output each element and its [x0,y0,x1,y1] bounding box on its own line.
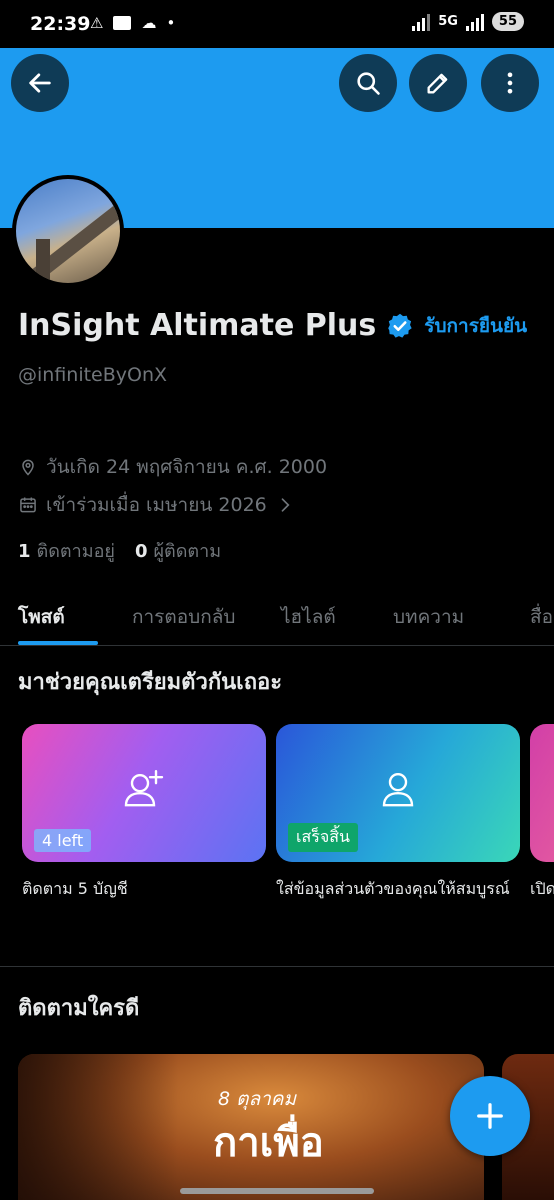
network-label: 5G [438,14,458,29]
following-label: ติดตามอยู่ [36,541,115,562]
birthday-text: วันเกิด 24 พฤศจิกายน ค.ศ. 2000 [46,456,328,478]
tab-highlights[interactable]: ไฮไลต์ [281,602,336,632]
setup-card-caption: ติดตาม 5 บัญชี [22,879,128,898]
more-button[interactable] [481,54,539,112]
user-icon [382,772,414,807]
home-indicator[interactable] [180,1188,374,1194]
calendar-icon [20,497,36,513]
section-divider [0,966,554,967]
avatar-photo-pillar [36,239,50,283]
status-bar: 22:39 ⚠ ☁ • 5G 55 [0,0,554,48]
profile-name-row: InSight Altimate Plus รับการยืนยัน [18,308,527,343]
setup-card-follow[interactable]: 4 left [22,724,266,862]
battery-indicator: 55 [491,12,524,31]
display-name: InSight Altimate Plus [18,308,377,343]
notification-icons: ⚠ ☁ • [90,14,175,32]
joined-text: เข้าร่วมเมื่อ เมษายน 2026 [46,494,267,516]
arrow-left-icon [29,73,51,93]
suggestion-card-title: กาเพื่อ [213,1120,324,1166]
tab-articles[interactable]: บทความ [393,602,464,632]
signal-icon-2 [465,13,484,31]
followers-label: ผู้ติดตาม [153,541,222,562]
location-pin-icon [22,459,34,476]
back-button[interactable] [11,54,69,112]
following-link[interactable]: 1 ติดตามอยู่ [18,536,115,565]
suggestion-card-shade [18,1054,178,1200]
active-tab-indicator [18,641,98,645]
verified-badge-icon[interactable] [386,312,414,340]
pencil-icon [427,73,448,94]
search-button[interactable] [339,54,397,112]
suggestion-card[interactable]: 8 ตุลาคม กาเพื่อ [18,1054,484,1200]
status-right: 5G 55 [412,12,524,31]
avatar-photo-beam [16,195,120,283]
signal-icon [412,13,431,31]
edit-button[interactable] [409,54,467,112]
compose-button[interactable] [450,1076,530,1156]
warning-icon: ⚠ [90,14,104,32]
get-verified-link[interactable]: รับการยืนยัน [424,311,527,341]
joined-row[interactable]: เข้าร่วมเมื่อ เมษายน 2026 [18,490,295,520]
dot-icon: • [166,14,176,32]
add-user-icon [124,769,164,807]
setup-section-title: มาช่วยคุณเตรียมตัวกันเถอะ [18,670,283,695]
setup-card-caption: เปิด [530,879,554,898]
tab-media[interactable]: สื่อ [530,602,553,632]
setup-card-caption: ใส่ข้อมูลส่วนตัวของคุณให้สมบูรณ์ [276,879,510,898]
profile-handle: @infiniteByOnX [18,364,168,386]
chevron-right-icon [281,498,290,512]
setup-card-badge: 4 left [34,829,92,852]
follow-stats: 1 ติดตามอยู่ 0 ผู้ติดตาม [18,536,221,565]
search-icon [357,72,380,95]
setup-card-badge: เสร็จสิ้น [288,823,358,852]
following-count: 1 [18,541,31,562]
setup-card-profile[interactable]: เสร็จสิ้น [276,724,520,862]
followers-link[interactable]: 0 ผู้ติดตาม [135,536,221,565]
birthday-row: วันเกิด 24 พฤศจิกายน ค.ศ. 2000 [18,452,327,482]
suggestions-title: ติดตามใครดี [18,996,140,1021]
more-vertical-icon [507,72,513,94]
tab-posts[interactable]: โพสต์ [18,602,65,632]
app-notification-icon [113,16,132,30]
plus-icon [477,1103,503,1129]
profile-avatar[interactable] [12,175,124,287]
tab-replies[interactable]: การตอบกลับ [132,602,235,632]
status-time: 22:39 [30,13,91,35]
profile-tabs: โพสต์ การตอบกลับ ไฮไลต์ บทความ สื่อ [0,592,554,646]
cloud-icon: ☁ [141,14,157,32]
setup-card-next[interactable] [530,724,554,862]
followers-count: 0 [134,541,148,562]
